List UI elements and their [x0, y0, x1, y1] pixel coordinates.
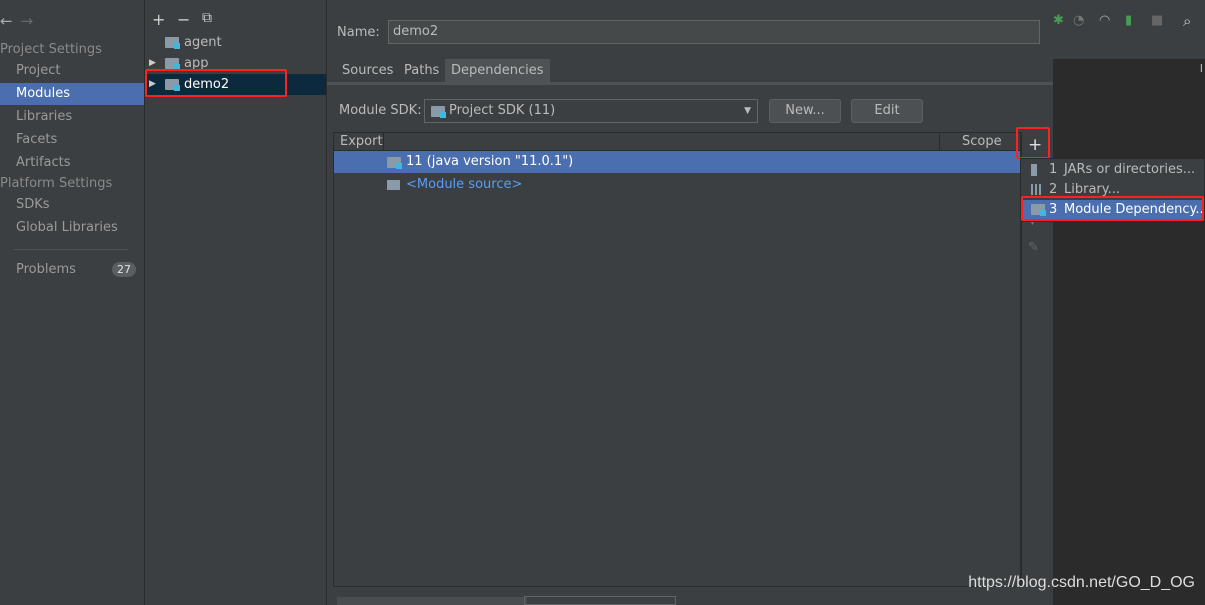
new-sdk-button[interactable]: New... [769, 99, 841, 123]
menu-item-label: JARs or directories... [1064, 162, 1196, 177]
back-arrow-icon[interactable]: ← [0, 12, 13, 30]
sidebar-divider [14, 249, 128, 250]
module-sdk-label: Module SDK: [339, 103, 422, 118]
highlight-demo2 [145, 69, 287, 97]
sidebar-item-problems[interactable]: Problems 27 [0, 259, 144, 281]
menu-item-jars[interactable]: 1 JARs or directories... [1021, 160, 1204, 180]
module-settings-panel: Name: demo2 Sources Paths Dependencies M… [327, 0, 1053, 605]
dependency-label: 11 (java version "11.0.1") [406, 154, 574, 169]
attach-icon[interactable]: ▮ [1125, 13, 1132, 28]
project-settings-title: Project Settings [0, 42, 102, 57]
tab-dependencies[interactable]: Dependencies [445, 59, 550, 82]
copy-module-button[interactable]: ⧉ [202, 10, 212, 26]
sidebar-item-global-libraries[interactable]: Global Libraries [0, 217, 144, 239]
highlight-module-dependency [1021, 196, 1204, 221]
editor-tab-strip [1053, 34, 1205, 60]
module-name-field[interactable]: demo2 [388, 20, 1040, 44]
add-module-button[interactable]: + [152, 10, 165, 29]
module-source-icon [387, 180, 400, 190]
sidebar-item-libraries[interactable]: Libraries [0, 106, 144, 128]
column-header-name[interactable] [384, 133, 940, 151]
table-row[interactable]: 11 (java version "11.0.1") [334, 151, 1020, 173]
name-label: Name: [337, 25, 380, 40]
highlight-add-button [1016, 127, 1050, 159]
dependencies-table: Export Scope 11 (java version "11.0.1") … [333, 132, 1021, 587]
module-sdk-select[interactable]: Project SDK (11) ▼ [424, 99, 758, 123]
forward-arrow-icon[interactable]: → [21, 12, 34, 30]
problems-count-badge: 27 [112, 262, 136, 277]
jdk-folder-icon [387, 157, 402, 169]
tab-sources[interactable]: Sources [336, 59, 399, 82]
coverage-icon[interactable]: ◔ [1073, 13, 1084, 28]
tab-underline [327, 82, 1053, 85]
sidebar-item-modules[interactable]: Modules [0, 83, 144, 105]
tree-item-agent[interactable]: agent [145, 32, 326, 53]
platform-settings-title: Platform Settings [0, 176, 113, 191]
edit-sdk-button[interactable]: Edit [851, 99, 923, 123]
debug-icon[interactable]: ✱ [1053, 13, 1064, 28]
module-tree-panel: + − ⧉ agent ▶ app ▶ demo2 [145, 0, 327, 605]
chevron-down-icon: ▼ [744, 106, 751, 116]
sdk-select-value: Project SDK (11) [449, 103, 556, 118]
column-header-scope[interactable]: Scope [940, 133, 1020, 151]
menu-item-number: 1 [1049, 162, 1058, 177]
dependency-label: <Module source> [406, 177, 523, 192]
ide-editor-area: I [1053, 60, 1205, 605]
remove-module-button[interactable]: − [177, 10, 190, 29]
sidebar-item-sdks[interactable]: SDKs [0, 194, 144, 216]
editor-caret-marker: I [1199, 62, 1203, 75]
stop-icon[interactable]: ■ [1151, 13, 1163, 28]
sidebar-item-artifacts[interactable]: Artifacts [0, 152, 144, 174]
bottom-cutoff-select[interactable] [524, 596, 676, 605]
nav-arrows: ← → [0, 12, 33, 30]
settings-sidebar: ← → Project Settings Project Modules Libr… [0, 0, 145, 605]
jar-icon [1031, 164, 1037, 176]
bottom-cutoff-label [337, 597, 527, 605]
table-row[interactable]: <Module source> [334, 174, 1020, 196]
column-header-export[interactable]: Export [334, 133, 384, 151]
sidebar-item-facets[interactable]: Facets [0, 129, 144, 151]
edit-pencil-icon[interactable]: ✎ [1028, 240, 1039, 255]
sdk-folder-icon [431, 106, 446, 118]
tab-paths[interactable]: Paths [398, 59, 445, 82]
module-folder-icon [165, 37, 180, 49]
module-folder-icon [165, 58, 180, 70]
library-icon [1031, 184, 1043, 195]
search-icon[interactable]: ⌕ [1183, 12, 1191, 30]
watermark: https://blog.csdn.net/GO_D_OG [968, 574, 1195, 591]
tree-item-label: agent [184, 35, 222, 50]
profiler-icon[interactable]: ◠ [1099, 13, 1110, 28]
problems-label: Problems [16, 262, 76, 277]
sidebar-item-project[interactable]: Project [0, 60, 144, 82]
